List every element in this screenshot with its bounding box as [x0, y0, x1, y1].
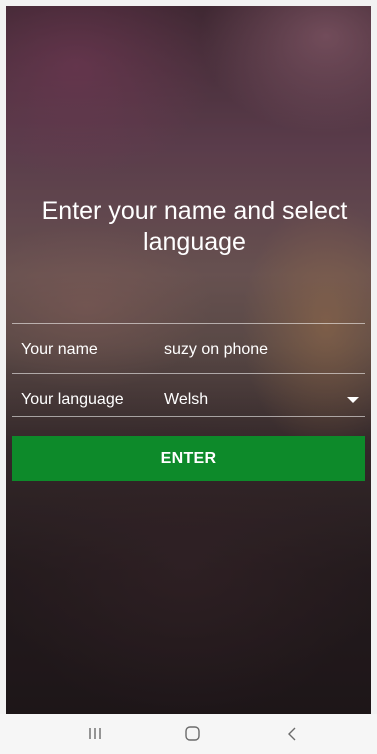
form-top-divider [12, 323, 365, 324]
home-button[interactable] [163, 714, 223, 754]
back-icon [288, 727, 296, 741]
back-button[interactable] [262, 714, 322, 754]
name-input[interactable] [164, 336, 354, 364]
recents-button[interactable] [66, 714, 126, 754]
page-title: Enter your name and select language [41, 197, 348, 256]
system-navigation-bar [0, 714, 377, 754]
home-icon [185, 726, 200, 741]
app-screen: Enter your name and select language Your… [0, 0, 377, 754]
dropdown-arrow-icon[interactable] [347, 397, 359, 403]
name-row-divider [12, 373, 365, 374]
recents-icon [89, 728, 101, 739]
name-row: Your name [12, 328, 365, 372]
enter-button[interactable]: ENTER [12, 436, 365, 481]
name-label: Your name [21, 341, 98, 358]
language-row-divider [12, 416, 365, 417]
